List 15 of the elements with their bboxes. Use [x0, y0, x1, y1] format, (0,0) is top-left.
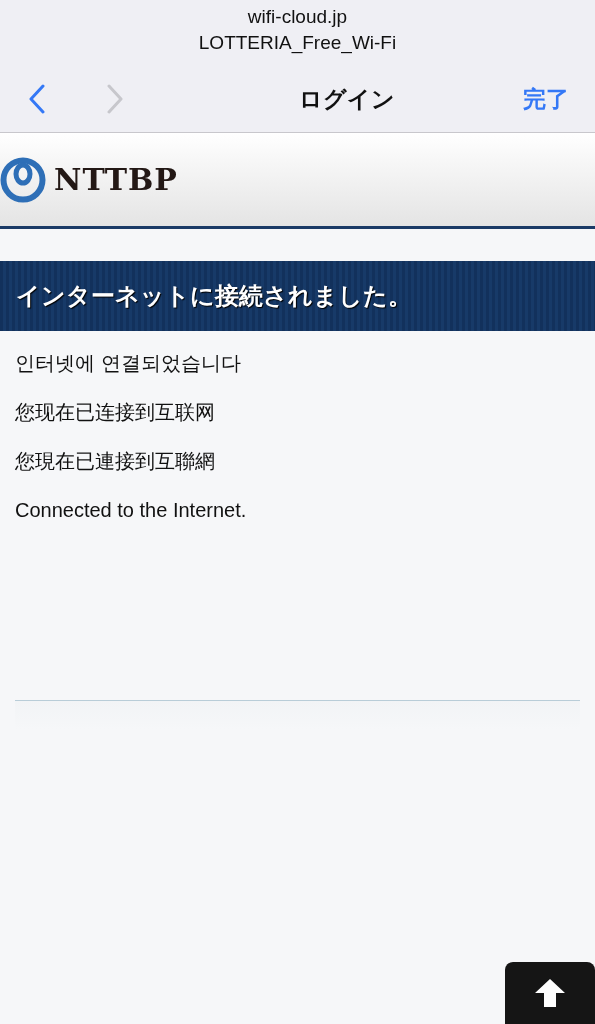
message-text: 您現在已連接到互聯網: [15, 449, 216, 474]
done-button[interactable]: 完了: [523, 81, 569, 117]
logo-icon: [0, 156, 46, 203]
message-text: 인터넷에 연결되었습니다: [15, 351, 242, 376]
chevron-left-icon: [29, 84, 45, 114]
status-banner: インターネットに接続されました。: [0, 261, 595, 331]
page-domain: wifi-cloud.jp: [246, 5, 349, 29]
network-name: LOTTERIA_Free_Wi-Fi: [197, 31, 398, 56]
chevron-right-icon: [107, 84, 123, 114]
message-text: 您现在已连接到互联网: [15, 400, 216, 425]
up-arrow-icon: [534, 978, 566, 1008]
message-text: Connected to the Internet.: [15, 498, 248, 523]
page-title: ログイン: [298, 84, 395, 114]
logo-text: NTTBP: [54, 161, 178, 199]
scroll-top-button[interactable]: [505, 962, 595, 1024]
